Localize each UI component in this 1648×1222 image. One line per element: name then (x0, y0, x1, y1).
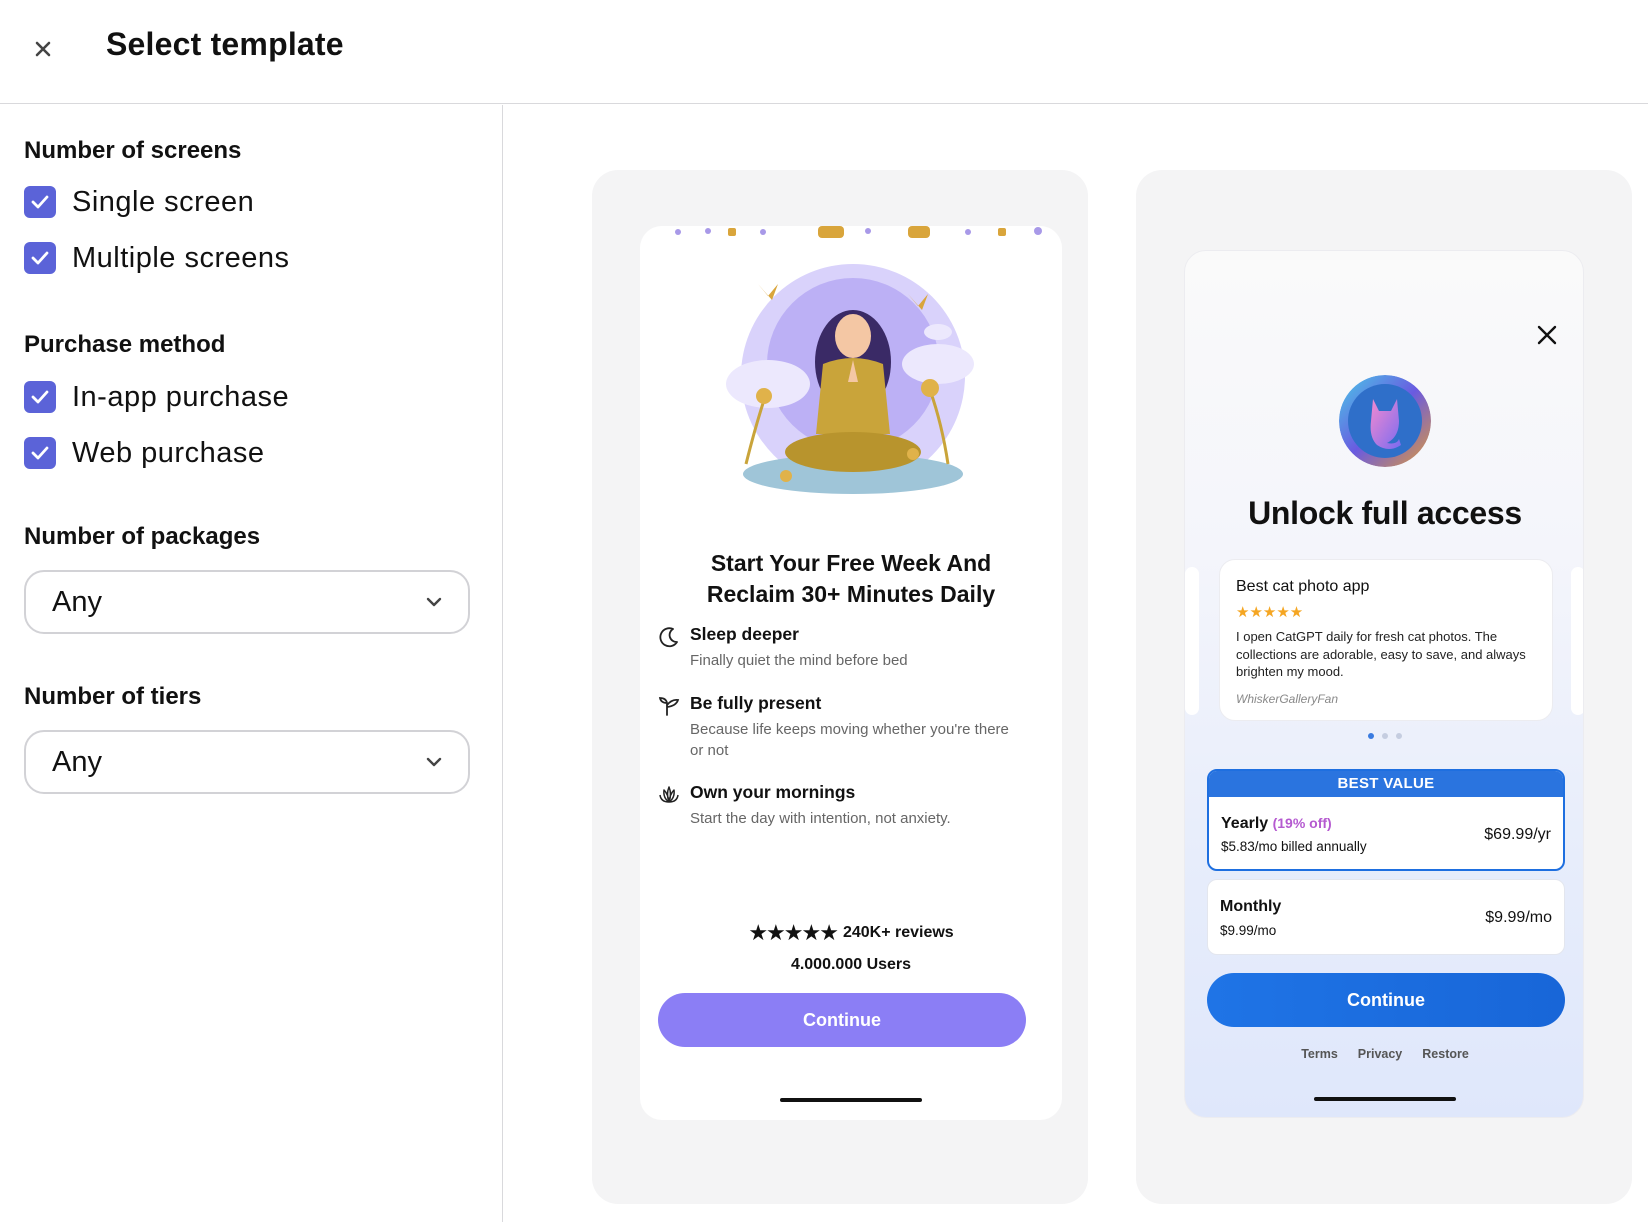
phone-preview: Start Your Free Week And Reclaim 30+ Min… (640, 226, 1062, 1120)
continue-button: Continue (658, 993, 1026, 1047)
carousel-prev-card (1185, 567, 1199, 715)
sprout-icon (658, 697, 680, 716)
feature-desc: Because life keeps moving whether you're… (690, 721, 1009, 759)
headline-line-2: Reclaim 30+ Minutes Daily (706, 581, 996, 607)
feature-title: Own your mornings (690, 782, 856, 802)
carousel-dots (1185, 733, 1583, 739)
star-rating-icons: ★★★★★ (748, 920, 839, 945)
review-stars-icon: ★★★★★ (1236, 604, 1304, 621)
footer-links: Terms Privacy Restore (1185, 1047, 1583, 1061)
header: Select template (0, 0, 1648, 104)
package-price: $69.99/yr (1484, 826, 1551, 843)
package-name: Yearly (19% off) (1221, 815, 1332, 833)
reviews-count: 240K+ reviews (842, 924, 954, 941)
rating-row: ★★★★★ 240K+ reviews (640, 920, 1062, 946)
feature-desc: Finally quiet the mind before bed (690, 652, 908, 669)
package-subtitle: $5.83/mo billed annually (1221, 839, 1367, 854)
select-value: Any (52, 585, 102, 618)
checkbox-checked-icon (24, 186, 56, 218)
checkbox-label: Multiple screens (72, 241, 290, 274)
package-price: $9.99/mo (1485, 909, 1552, 926)
package-name: Monthly (1220, 898, 1282, 915)
carousel-dot (1368, 733, 1374, 739)
phone-preview: Unlock full access Best cat photo app ★★… (1184, 250, 1584, 1118)
feature-title: Be fully present (690, 693, 822, 713)
packages-select[interactable]: Any (24, 570, 470, 634)
filter-title-tiers: Number of tiers (24, 683, 202, 710)
moon-icon (659, 627, 678, 648)
filter-sidebar: Number of screens Single screen Multiple… (0, 105, 503, 1222)
carousel-dot (1396, 733, 1402, 739)
restore-link: Restore (1422, 1047, 1469, 1061)
filter-title-screens: Number of screens (24, 137, 242, 164)
checkbox-label: In-app purchase (72, 380, 290, 413)
checkbox-single-screen[interactable]: Single screen (24, 185, 254, 219)
lotus-icon (659, 786, 679, 803)
package-yearly: BEST VALUE Yearly (19% off) $5.83/mo bil… (1207, 769, 1565, 871)
feature-title: Sleep deeper (690, 624, 799, 644)
chevron-down-icon (426, 757, 442, 767)
checkbox-multiple-screens[interactable]: Multiple screens (24, 241, 290, 275)
filter-title-purchase: Purchase method (24, 331, 226, 358)
meditation-illustration (726, 264, 974, 494)
review-card: Best cat photo app ★★★★★ I open CatGPT d… (1219, 559, 1553, 721)
carousel-next-card (1571, 567, 1583, 715)
template-card-meditation[interactable]: Start Your Free Week And Reclaim 30+ Min… (592, 170, 1088, 1204)
continue-button: Continue (1207, 973, 1565, 1027)
paywall-headline: Unlock full access (1248, 495, 1522, 531)
package-name-text: Yearly (1221, 815, 1269, 832)
checkbox-label: Single screen (72, 185, 255, 218)
chevron-down-icon (426, 597, 442, 607)
checkbox-checked-icon (24, 242, 56, 274)
package-subtitle: $9.99/mo (1220, 923, 1277, 938)
privacy-link: Privacy (1357, 1047, 1403, 1061)
floral-border-decoration (675, 226, 1042, 238)
close-button[interactable] (26, 32, 60, 66)
checkbox-checked-icon (24, 437, 56, 469)
home-indicator (1314, 1097, 1456, 1101)
best-value-badge: BEST VALUE (1209, 771, 1563, 797)
close-icon (1537, 325, 1557, 345)
package-monthly: Monthly $9.99/mo $9.99/mo (1207, 879, 1565, 955)
cat-coin-logo (1339, 375, 1431, 467)
checkbox-in-app-purchase[interactable]: In-app purchase (24, 380, 289, 414)
discount-label: (19% off) (1272, 815, 1332, 831)
headline-line-1: Start Your Free Week And (710, 550, 992, 576)
feature-desc: Start the day with intention, not anxiet… (690, 810, 951, 827)
tiers-select[interactable]: Any (24, 730, 470, 794)
checkbox-checked-icon (24, 381, 56, 413)
select-value: Any (52, 745, 102, 778)
users-count: 4.000.000 Users (790, 956, 912, 973)
page-title: Select template (106, 26, 344, 62)
checkbox-web-purchase[interactable]: Web purchase (24, 436, 264, 470)
home-indicator (780, 1098, 922, 1102)
template-card-catgpt[interactable]: Unlock full access Best cat photo app ★★… (1136, 170, 1632, 1204)
close-icon (35, 41, 51, 57)
filter-title-packages: Number of packages (24, 523, 261, 550)
checkbox-label: Web purchase (72, 436, 265, 469)
review-title: Best cat photo app (1236, 578, 1370, 595)
paywall-headline: Start Your Free Week And Reclaim 30+ Min… (660, 548, 1042, 610)
carousel-dot (1382, 733, 1388, 739)
review-author: WhiskerGalleryFan (1236, 692, 1339, 706)
review-body: I open CatGPT daily for fresh cat photos… (1236, 629, 1526, 679)
terms-link: Terms (1301, 1047, 1338, 1061)
